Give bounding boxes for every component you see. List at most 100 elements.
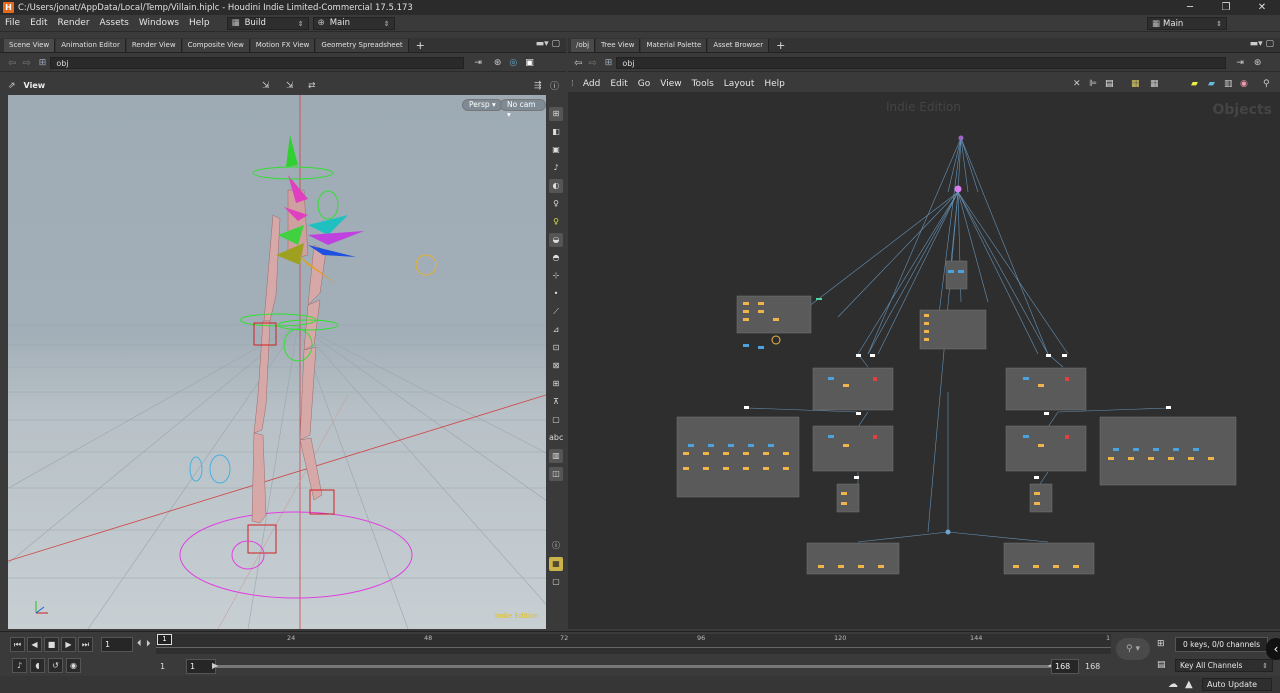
display-mode-icon[interactable]: ◧ — [549, 125, 563, 139]
jump-start-button[interactable]: ⏮ — [10, 637, 25, 652]
frame-marker[interactable]: 1 — [157, 634, 172, 645]
tab-material-palette[interactable]: Material Palette — [641, 39, 708, 52]
back-arrow-icon[interactable]: ⇦ — [574, 58, 582, 69]
step-back-icon[interactable]: ⏴ — [137, 639, 142, 649]
search-icon[interactable]: ⚲ — [1263, 79, 1270, 89]
maximize-button[interactable]: ❐ — [1208, 0, 1244, 15]
tab-obj-network[interactable]: /obj — [571, 39, 596, 52]
display-options-icon[interactable]: ⇶ — [534, 81, 542, 91]
play-forward-button[interactable]: ▶ — [61, 637, 76, 652]
list-icon[interactable]: ▤ — [1105, 79, 1114, 89]
lock-camera-icon[interactable]: ▣ — [549, 143, 563, 157]
net-pane-icon[interactable]: ⁞ — [571, 79, 574, 89]
tab-animation-editor[interactable]: Animation Editor — [56, 39, 126, 52]
tab-geometry-spreadsheet[interactable]: Geometry Spreadsheet — [316, 39, 409, 52]
range-handle-left[interactable]: ▶ — [212, 661, 218, 670]
current-frame-field[interactable]: 1 — [101, 637, 133, 652]
range-slider[interactable]: ▶ ◀ — [212, 661, 1054, 670]
pane-menu-icon[interactable]: ▬▾ ▢ — [1250, 39, 1274, 49]
tab-asset-browser[interactable]: Asset Browser — [708, 39, 770, 52]
layout-icon[interactable]: ▣ — [525, 58, 534, 68]
net-menu-go[interactable]: Go — [633, 79, 655, 89]
speaker-icon[interactable]: ◖ — [30, 658, 45, 673]
tree-icon[interactable]: ⊫ — [1089, 79, 1097, 89]
badge-icon[interactable]: ◉ — [1240, 79, 1248, 89]
viewport-menu-icon[interactable]: ⇗ — [8, 81, 16, 91]
image-icon[interactable]: ▰ — [1208, 79, 1215, 89]
ghost-icon[interactable]: ◓ — [549, 251, 563, 265]
range-end-field[interactable]: 168 — [1051, 659, 1079, 674]
tab-composite-view[interactable]: Composite View — [182, 39, 250, 52]
expand-arrow-button[interactable]: ‹ — [1266, 638, 1280, 660]
right-path-field[interactable]: obj — [616, 57, 1227, 69]
grid-view-icon[interactable]: ▦ — [1150, 79, 1159, 89]
realtime-icon[interactable]: ◉ — [66, 658, 81, 673]
shelf-set-dropdown[interactable]: ▦ Build ⇕ — [226, 16, 309, 30]
key-mode-dropdown[interactable]: Key All Channels ⇕ — [1175, 659, 1273, 672]
texture-icon[interactable]: ◒ — [549, 233, 563, 247]
tab-motion-fx-view[interactable]: Motion FX View — [250, 39, 316, 52]
jump-end-button[interactable]: ⏭ — [78, 637, 93, 652]
display-icon[interactable]: ⊞ — [549, 107, 563, 121]
menu-file[interactable]: File — [0, 18, 25, 28]
link-icon[interactable]: ⊛ — [1254, 58, 1262, 68]
bg-image-icon[interactable]: ▥ — [549, 449, 563, 463]
add-tab-button[interactable]: + — [770, 39, 791, 52]
select-swap-icon[interactable]: ⇄ — [308, 81, 316, 91]
viewer-icon[interactable]: ◎ — [509, 58, 517, 68]
update-mode-dropdown[interactable]: Auto Update — [1202, 678, 1272, 691]
select-face-icon[interactable]: ⇲ — [286, 81, 294, 91]
play-reverse-button[interactable]: ◀ — [27, 637, 42, 652]
grid-icon[interactable]: ⊞ — [549, 377, 563, 391]
net-menu-tools[interactable]: Tools — [687, 79, 719, 89]
net-menu-help[interactable]: Help — [759, 79, 790, 89]
net-menu-edit[interactable]: Edit — [605, 79, 632, 89]
menu-windows[interactable]: Windows — [134, 18, 184, 28]
quad-view-icon[interactable]: ▦ — [549, 557, 563, 571]
desktop-dropdown[interactable]: ⊕ Main ⇕ — [312, 16, 395, 30]
vector-icon[interactable]: ⊿ — [549, 323, 563, 337]
wrench-icon[interactable]: ✕ — [1073, 79, 1081, 89]
right-desktop-dropdown[interactable]: ▦ Main ⇕ — [1147, 17, 1227, 30]
tab-render-view[interactable]: Render View — [126, 39, 182, 52]
chat-icon[interactable]: ☁ — [1168, 679, 1178, 690]
shape-palette-icon[interactable]: ▥ — [1224, 79, 1233, 89]
back-arrow-icon[interactable]: ⇦ — [8, 58, 16, 69]
timeline-track[interactable]: 1 24 48 72 96 120 144 1 — [156, 634, 1111, 654]
audio-icon[interactable]: ♪ — [12, 658, 27, 673]
menu-help[interactable]: Help — [184, 18, 215, 28]
net-menu-view[interactable]: View — [655, 79, 686, 89]
close-button[interactable]: ✕ — [1244, 0, 1280, 15]
bulb-icon[interactable]: ♀ — [549, 197, 563, 211]
select-mode-icon[interactable]: ⇲ — [262, 81, 270, 91]
add-tab-button[interactable]: + — [410, 39, 431, 52]
scope-button[interactable]: ⚲ ▾ — [1116, 638, 1150, 660]
single-view-icon[interactable]: ▢ — [549, 575, 563, 589]
alert-icon[interactable]: ▲ — [1185, 679, 1193, 690]
net-menu-add[interactable]: Add — [578, 79, 605, 89]
persp-menu[interactable]: Persp ▾ — [462, 99, 503, 111]
light-icon[interactable]: ♪ — [549, 161, 563, 175]
pin-icon[interactable]: ⇥ — [1236, 58, 1244, 68]
stop-button[interactable]: ■ — [44, 637, 59, 652]
minimize-button[interactable]: ─ — [1172, 0, 1208, 15]
tab-scene-view[interactable]: Scene View — [4, 39, 56, 52]
forward-arrow-icon[interactable]: ⇨ — [22, 58, 30, 69]
capture-icon[interactable]: ⊡ — [549, 341, 563, 355]
net-menu-layout[interactable]: Layout — [719, 79, 760, 89]
info-icon[interactable]: ⓘ — [549, 539, 563, 553]
link-icon[interactable]: ⊛ — [494, 58, 502, 68]
points-icon[interactable]: ⊹ — [549, 269, 563, 283]
help-icon[interactable]: ⓘ — [550, 79, 559, 92]
dot-icon[interactable]: • — [549, 287, 563, 301]
step-forward-icon[interactable]: ⏵ — [146, 639, 151, 649]
pane-menu-icon[interactable]: ▬▾ ▢ — [536, 39, 560, 49]
shading-icon[interactable]: ◐ — [549, 179, 563, 193]
camera-menu[interactable]: No cam ▾ — [500, 99, 546, 119]
text-icon[interactable]: abc — [549, 431, 563, 445]
menu-edit[interactable]: Edit — [25, 18, 52, 28]
group-icon[interactable]: ⊠ — [549, 359, 563, 373]
pin-icon[interactable]: ⇥ — [474, 58, 482, 68]
guide-icon[interactable]: ⊼ — [549, 395, 563, 409]
color-palette-icon[interactable]: ▦ — [1131, 79, 1140, 89]
